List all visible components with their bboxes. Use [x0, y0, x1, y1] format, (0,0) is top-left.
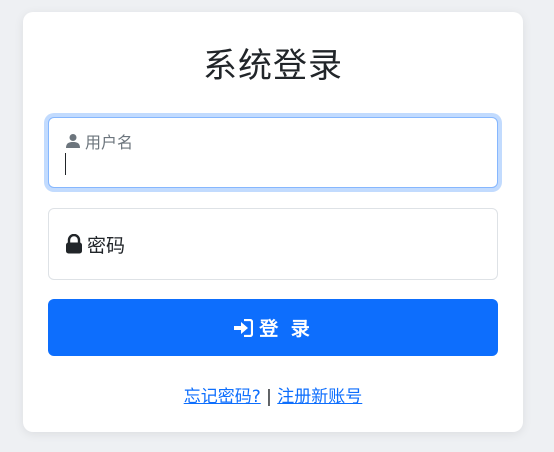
login-button-label: 登 录	[259, 318, 313, 340]
password-label: 密码	[65, 209, 125, 279]
username-label-text: 用户名	[85, 133, 134, 152]
username-label: 用户名	[65, 129, 133, 153]
sign-in-icon	[233, 318, 254, 337]
lock-icon	[65, 234, 83, 254]
login-button[interactable]: 登 录	[48, 299, 498, 356]
link-separator: |	[266, 387, 272, 407]
auth-links: 忘记密码? | 注册新账号	[23, 382, 523, 407]
forgot-password-link[interactable]: 忘记密码?	[184, 387, 261, 407]
register-link[interactable]: 注册新账号	[277, 387, 362, 407]
text-caret	[65, 153, 66, 175]
password-field[interactable]: 密码	[48, 208, 498, 280]
page-title: 系统登录	[203, 46, 343, 86]
login-card: 系统登录 用户名 密码 登 录 忘记密码? | 注册新账号	[23, 12, 523, 432]
person-icon	[65, 133, 81, 149]
password-label-text: 密码	[87, 234, 126, 257]
username-field[interactable]: 用户名	[48, 117, 498, 188]
